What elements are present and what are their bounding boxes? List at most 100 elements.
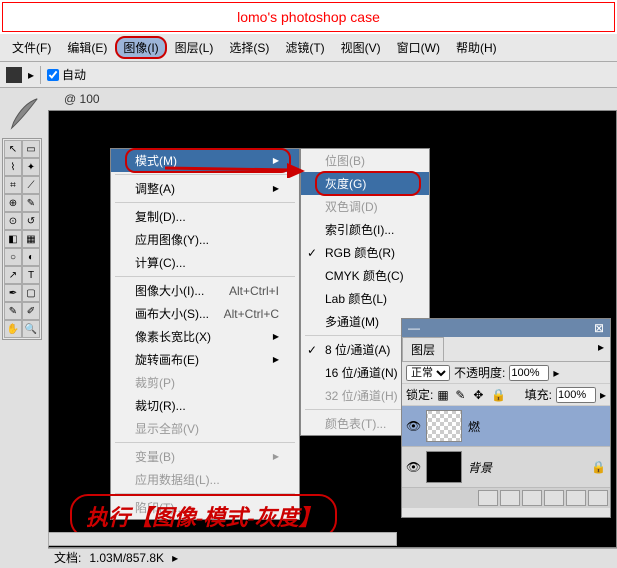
menu-item[interactable]: 计算(C)... [111,251,299,274]
menu-file[interactable]: 文件(F) [4,36,59,59]
feather-icon [4,94,42,132]
menu-help[interactable]: 帮助(H) [448,36,505,59]
menu-item: 裁剪(P) [111,371,299,394]
menu-image[interactable]: 图像(I) [115,36,166,59]
delete-layer-button[interactable] [588,490,608,506]
crop-tool[interactable]: ⌗ [4,176,22,194]
layer-mask-button[interactable] [522,490,542,506]
layer-name[interactable]: 背景 [468,459,492,476]
minimize-panel-icon[interactable]: — [408,321,420,335]
layer-item[interactable]: 👁 燃 [402,406,610,447]
notes-tool[interactable]: ✎ [4,302,22,320]
submenu-item[interactable]: ✓RGB 颜色(R) [301,241,429,264]
path-tool[interactable]: ↗ [4,266,22,284]
image-menu-dropdown: 模式(M)▶ 调整(A)▶ 复制(D)...应用图像(Y)...计算(C)... 图像… [110,148,300,520]
status-bar: 文档: 1.03M/857.8K ▸ [48,548,617,566]
dodge-tool[interactable]: ◐ [22,248,40,266]
submenu-item[interactable]: 索引颜色(I)... [301,218,429,241]
tool-preset-arrow[interactable]: ▸ [28,68,34,82]
menu-filter[interactable]: 滤镜(T) [277,36,332,59]
submenu-item: 双色调(D) [301,195,429,218]
auto-check-input[interactable] [47,69,59,81]
options-bar: ▸ 自动 [0,62,617,88]
menu-item: 应用数据组(L)... [111,468,299,491]
lock-pixels-icon[interactable]: ✎ [455,388,469,402]
zoom-tool[interactable]: 🔍 [22,320,40,338]
history-brush-tool[interactable]: ↺ [22,212,40,230]
menu-item: 显示全部(V) [111,417,299,440]
layers-panel: — ⊠ 图层 ▸ 正常 不透明度: ▸ 锁定: ▦ ✎ ✥ 🔒 填充: ▸ [401,318,611,518]
opacity-arrow-icon[interactable]: ▸ [553,366,559,380]
auto-checkbox[interactable]: 自动 [47,66,86,83]
layer-list: 👁 燃 👁 背景 🔒 [402,406,610,488]
move-tool[interactable]: ↖ [4,140,22,158]
auto-label: 自动 [62,66,86,83]
menu-layer[interactable]: 图层(L) [167,36,222,59]
layer-thumbnail[interactable] [426,410,462,442]
ps-icon [6,67,22,83]
main-area: — ▭ ✕ @ 100 ⟋⟋⟋⟋ ↖ ▭ ⌇ ✦ ⌗ ⟋ ⊕ ✎ ⊙ ↺ ◧ ▦… [0,88,617,568]
menu-item[interactable]: 旋转画布(E)▶ [111,348,299,371]
link-layers-button[interactable] [478,490,498,506]
blur-tool[interactable]: ○ [4,248,22,266]
new-layer-button[interactable] [566,490,586,506]
hand-tool[interactable]: ✋ [4,320,22,338]
menu-select[interactable]: 选择(S) [221,36,277,59]
type-tool[interactable]: T [22,266,40,284]
brush-tool[interactable]: ✎ [22,194,40,212]
opacity-input[interactable] [509,365,549,381]
toolbox: ↖ ▭ ⌇ ✦ ⌗ ⟋ ⊕ ✎ ⊙ ↺ ◧ ▦ ○ ◐ ↗ T ✒ ▢ ✎ ✐ … [2,138,42,340]
close-panel-icon[interactable]: ⊠ [594,321,604,335]
slice-tool[interactable]: ⟋ [22,176,40,194]
lock-icons: ▦ ✎ ✥ 🔒 [437,388,505,402]
layer-item[interactable]: 👁 背景 🔒 [402,447,610,488]
menu-item: 变量(B)▶ [111,445,299,468]
stamp-tool[interactable]: ⊙ [4,212,22,230]
fill-arrow-icon[interactable]: ▸ [600,388,606,402]
lock-label: 锁定: [406,386,433,403]
status-arrow-icon[interactable]: ▸ [172,551,178,565]
lock-icon: 🔒 [591,460,606,474]
layers-footer [402,488,610,508]
layer-name[interactable]: 燃 [468,418,480,435]
marquee-tool[interactable]: ▭ [22,140,40,158]
lock-position-icon[interactable]: ✥ [473,388,487,402]
fill-input[interactable] [556,387,596,403]
menu-item[interactable]: 像素长宽比(X)▶ [111,325,299,348]
gradient-tool[interactable]: ▦ [22,230,40,248]
submenu-item[interactable]: Lab 颜色(L) [301,287,429,310]
lasso-tool[interactable]: ⌇ [4,158,22,176]
menu-edit[interactable]: 编辑(E) [59,36,115,59]
eraser-tool[interactable]: ◧ [4,230,22,248]
submenu-item[interactable]: 灰度(G) [301,172,429,195]
menu-item[interactable]: 复制(D)... [111,205,299,228]
pen-tool[interactable]: ✒ [4,284,22,302]
lock-all-icon[interactable]: 🔒 [491,388,505,402]
panel-menu-icon[interactable]: ▸ [592,337,610,361]
blend-mode-select[interactable]: 正常 [406,365,450,381]
visibility-icon[interactable]: 👁 [406,419,420,433]
document-tab[interactable]: @ 100 [60,88,104,110]
menu-item[interactable]: 模式(M)▶ [111,149,299,172]
horizontal-scrollbar[interactable] [48,532,397,546]
layers-tab[interactable]: 图层 [402,337,444,361]
layer-thumbnail[interactable] [426,451,462,483]
tutorial-title: lomo's photoshop case [2,2,615,32]
heal-tool[interactable]: ⊕ [4,194,22,212]
menu-item[interactable]: 裁切(R)... [111,394,299,417]
menu-view[interactable]: 视图(V) [333,36,389,59]
layer-style-button[interactable] [500,490,520,506]
menu-item[interactable]: 应用图像(Y)... [111,228,299,251]
menu-window[interactable]: 窗口(W) [389,36,448,59]
shape-tool[interactable]: ▢ [22,284,40,302]
wand-tool[interactable]: ✦ [22,158,40,176]
menu-item[interactable]: 调整(A)▶ [111,177,299,200]
lock-transparent-icon[interactable]: ▦ [437,388,451,402]
submenu-item[interactable]: CMYK 颜色(C) [301,264,429,287]
menu-item[interactable]: 画布大小(S)...Alt+Ctrl+C [111,302,299,325]
layers-panel-header[interactable]: — ⊠ [402,319,610,337]
eyedropper-tool[interactable]: ✐ [22,302,40,320]
menu-item[interactable]: 图像大小(I)...Alt+Ctrl+I [111,279,299,302]
visibility-icon[interactable]: 👁 [406,460,420,474]
new-group-button[interactable] [544,490,564,506]
